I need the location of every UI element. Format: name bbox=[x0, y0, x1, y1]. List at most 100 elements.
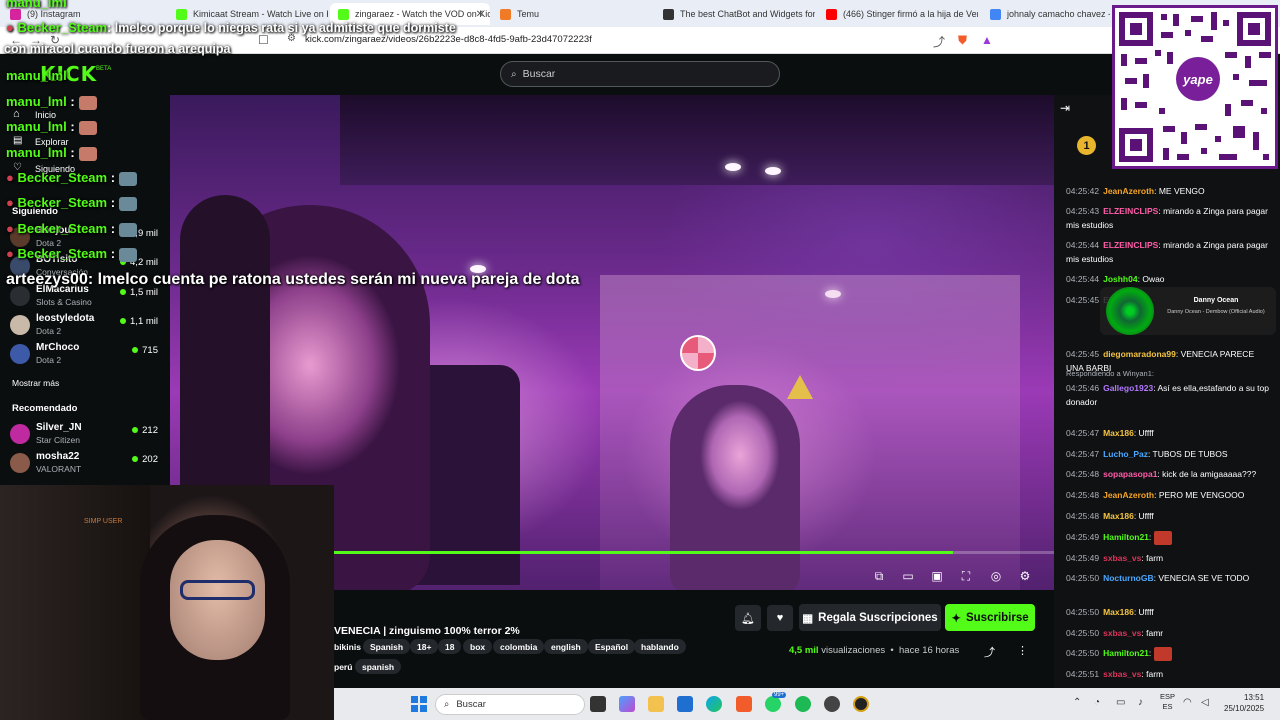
tag-pill[interactable]: Español bbox=[588, 639, 636, 654]
chat-text: farm bbox=[1146, 553, 1164, 563]
tab-youtube[interactable]: (466) Stinger firmó a la hija de Venezue… bbox=[818, 3, 978, 25]
chevron-up-icon[interactable]: ⌃ bbox=[1073, 697, 1081, 708]
tab-google[interactable]: johnaly camacho chavez - Buscar... bbox=[982, 3, 1110, 25]
sidebar-item-mrchoco[interactable]: MrChoco Dota 2 715 bbox=[10, 342, 162, 370]
mic-icon[interactable]: ♪ bbox=[1138, 697, 1143, 708]
artist-name: Danny Ocean bbox=[1193, 297, 1239, 304]
tag-pill[interactable]: box bbox=[463, 639, 493, 654]
speed-icon[interactable]: ◎ bbox=[988, 569, 1004, 583]
instagram-icon bbox=[10, 8, 21, 20]
subscribe-button[interactable]: ✦ Suscribirse bbox=[945, 604, 1035, 631]
tag-pill[interactable]: 18 bbox=[438, 639, 462, 654]
collapse-chat-icon[interactable]: ⇥ bbox=[1060, 101, 1070, 115]
chat-username[interactable]: Gallego1923 bbox=[1103, 383, 1153, 393]
chat-username[interactable]: diegomaradona99 bbox=[1103, 349, 1176, 359]
store-icon[interactable] bbox=[677, 696, 693, 712]
chat-timestamp: 04:25:45 bbox=[1066, 295, 1100, 305]
tag-pill[interactable]: Spanish bbox=[363, 639, 411, 654]
brave-icon[interactable] bbox=[736, 696, 752, 712]
settings-icon[interactable]: ⚙ bbox=[1017, 569, 1033, 583]
volume-icon[interactable]: ◁ bbox=[1201, 697, 1209, 708]
chat-username[interactable]: sxbas_vs bbox=[1103, 553, 1141, 563]
tag-pill[interactable]: spanish bbox=[355, 659, 402, 674]
overlay-chat-line: ● Becker_Steam : bbox=[6, 246, 138, 262]
battery-icon[interactable]: ▭ bbox=[1116, 697, 1125, 708]
notification-bell-button[interactable]: 🔔︎ bbox=[735, 605, 761, 631]
spotify-icon[interactable] bbox=[795, 696, 811, 712]
whatsapp-icon[interactable] bbox=[765, 696, 781, 712]
youtube-icon bbox=[826, 8, 837, 20]
fullscreen-icon[interactable]: ⛶ bbox=[958, 569, 974, 584]
tag-pill[interactable]: english bbox=[544, 639, 588, 654]
chat-timestamp: 04:25:47 bbox=[1066, 428, 1100, 438]
tab-temu[interactable]: Temu bbox=[492, 3, 652, 25]
app-icon[interactable] bbox=[853, 696, 869, 712]
tag-pill[interactable]: colombia bbox=[493, 639, 545, 654]
sidebar-item-silver-jn[interactable]: Silver_JN Star Citizen 212 bbox=[10, 422, 162, 450]
chat-username[interactable]: Hamilton21 bbox=[1103, 532, 1149, 542]
emote-icon bbox=[119, 247, 138, 262]
prize-wheel bbox=[680, 335, 716, 371]
edge-icon[interactable] bbox=[706, 696, 722, 712]
chat-timestamp: 04:25:51 bbox=[1066, 669, 1100, 679]
chat-username[interactable]: sxbas_vs bbox=[1103, 628, 1141, 638]
windows-start-icon[interactable] bbox=[411, 696, 427, 712]
system-clock[interactable]: 13:51 25/10/2025 bbox=[1224, 692, 1264, 714]
avatar bbox=[10, 344, 30, 364]
overlay-chat-line: manu_lml : bbox=[6, 119, 97, 135]
chat-username[interactable]: Max186 bbox=[1103, 428, 1134, 438]
follow-button[interactable]: ♥ bbox=[767, 605, 793, 631]
chat-username[interactable]: Joshh04 bbox=[1103, 274, 1138, 284]
chat-username[interactable]: Max186 bbox=[1103, 511, 1134, 521]
obs-icon[interactable] bbox=[824, 696, 840, 712]
share-icon[interactable]: ⤴ bbox=[984, 644, 995, 660]
close-tab-icon[interactable]: ✕ bbox=[476, 9, 484, 20]
tag-pill[interactable]: 18+ bbox=[410, 639, 439, 654]
kick-icon bbox=[176, 8, 187, 20]
tab-chatbot[interactable]: The best ChatBot and Widgets for Kick bbox=[655, 3, 815, 25]
tag-pill[interactable]: hablando bbox=[634, 639, 686, 654]
search-input[interactable]: ⌕ Buscar bbox=[500, 61, 780, 87]
emote-icon bbox=[1153, 530, 1172, 545]
brave-shield-icon[interactable]: ⛊ bbox=[958, 33, 967, 48]
language-indicator[interactable]: ESP ES bbox=[1160, 692, 1175, 712]
task-view-icon[interactable] bbox=[590, 696, 606, 712]
chat-text: famr bbox=[1146, 628, 1164, 638]
chat-timestamp: 04:25:47 bbox=[1066, 449, 1100, 459]
sidebar-item-mosha22[interactable]: mosha22 VALORANT 202 bbox=[10, 451, 162, 479]
bookmark-icon[interactable]: ☐ bbox=[258, 33, 269, 47]
network-icon[interactable]: ◔ bbox=[1094, 697, 1100, 708]
miniplayer-icon[interactable]: ⧉ bbox=[871, 569, 887, 584]
emote-icon bbox=[78, 120, 97, 135]
chat-username[interactable]: NocturnoGB bbox=[1103, 573, 1154, 583]
avatar bbox=[10, 315, 30, 335]
wide-mode-icon[interactable]: ▣ bbox=[929, 569, 945, 583]
theater-icon[interactable]: ▭ bbox=[900, 569, 916, 583]
share-icon[interactable]: ⤴ bbox=[933, 33, 945, 50]
overlay-chat-line: manu_lml : bbox=[6, 145, 97, 161]
chat-message: 04:25:48 Max186: Uffff bbox=[1066, 511, 1154, 521]
wifi-icon[interactable]: ◠ bbox=[1183, 697, 1192, 708]
video-progress-bar[interactable] bbox=[334, 551, 1054, 554]
sidebar-item-leostyledota[interactable]: leostyledota Dota 2 1,1 mil bbox=[10, 313, 162, 341]
chat-username[interactable]: Lucho_Paz bbox=[1103, 449, 1148, 459]
copilot-icon[interactable] bbox=[619, 696, 635, 712]
chat-username[interactable]: JeanAzeroth bbox=[1103, 186, 1154, 196]
chat-username[interactable]: Hamilton21 bbox=[1103, 648, 1149, 658]
chat-username[interactable]: Max186 bbox=[1103, 607, 1134, 617]
more-options-icon[interactable]: ⋮ bbox=[1017, 644, 1028, 657]
url-field[interactable]: kick.com/zingaraez/videos/26b2223e-d8c8-… bbox=[305, 34, 592, 45]
taskbar-search[interactable]: ⌕ Buscar bbox=[435, 694, 585, 715]
chat-username[interactable]: sxbas_vs bbox=[1103, 669, 1141, 679]
chat-username[interactable]: ELZEINCLIPS bbox=[1103, 240, 1158, 250]
chat-text: kick de la amigaaaaa??? bbox=[1162, 469, 1257, 479]
chat-username[interactable]: ELZEINCLIPS bbox=[1103, 206, 1158, 216]
chat-username[interactable]: JeanAzeroth bbox=[1103, 490, 1154, 500]
file-explorer-icon[interactable] bbox=[648, 696, 664, 712]
gift-icon: ▦ bbox=[802, 612, 814, 625]
show-more-link[interactable]: Mostrar más bbox=[12, 378, 59, 388]
chat-username[interactable]: sopapasopa1 bbox=[1103, 469, 1157, 479]
chat-timestamp: 04:25:44 bbox=[1066, 240, 1100, 250]
gift-subs-button[interactable]: ▦ Regala Suscripciones bbox=[799, 604, 941, 631]
brave-rewards-icon[interactable]: ▲ bbox=[981, 33, 993, 47]
